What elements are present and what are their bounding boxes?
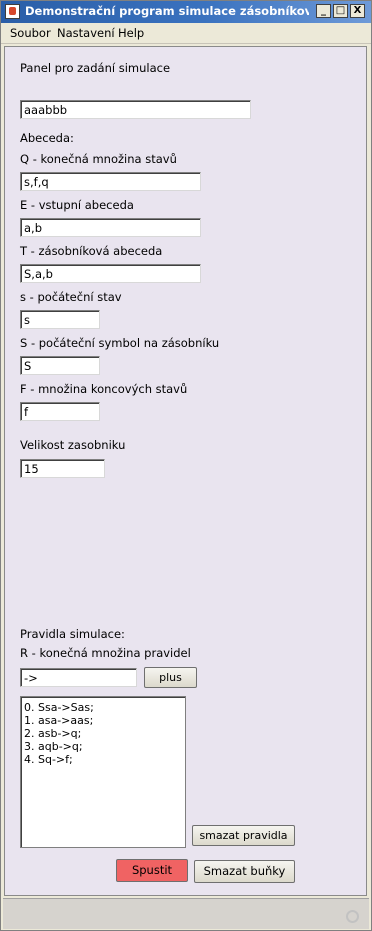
main-window: Demonstrační program simulace zásobníkov…	[0, 0, 372, 931]
e-label: E - vstupní abeceda	[20, 198, 134, 212]
simulation-panel: Panel pro zadání simulace aaabbb Abeceda…	[4, 46, 367, 896]
start-state-field[interactable]: s	[20, 310, 100, 329]
menu-soubor[interactable]: Soubor	[10, 26, 51, 40]
final-states-label: F - množina koncových stavů	[20, 382, 188, 396]
rules-set-label: R - konečná množina pravidel	[20, 646, 191, 660]
t-label: T - zásobníková abeceda	[20, 244, 163, 258]
panel-heading: Panel pro zadání simulace	[20, 61, 171, 75]
maximize-button[interactable]: □	[333, 4, 348, 18]
list-item[interactable]: 3. aqb->q;	[24, 740, 185, 753]
start-state-label: s - počáteční stav	[20, 290, 122, 304]
input-word-field[interactable]: aaabbb	[20, 100, 251, 119]
alphabet-heading: Abeceda:	[20, 131, 74, 145]
menu-help[interactable]: Help	[118, 26, 144, 40]
stack-size-field[interactable]: 15	[20, 459, 105, 478]
java-app-icon	[5, 4, 20, 19]
list-item[interactable]: 4. Sq->f;	[24, 753, 185, 766]
menu-bar: Soubor Nastavení Help	[1, 23, 371, 44]
e-field[interactable]: a,b	[20, 218, 201, 237]
clear-rules-button[interactable]: smazat pravidla	[192, 825, 295, 846]
list-item[interactable]: 0. Ssa->Sas;	[24, 701, 185, 714]
plus-button[interactable]: plus	[144, 667, 197, 688]
list-item[interactable]: 1. asa->aas;	[24, 714, 185, 727]
final-states-field[interactable]: f	[20, 402, 100, 421]
rules-heading: Pravidla simulace:	[20, 627, 125, 641]
start-stack-symbol-field[interactable]: S	[20, 356, 100, 375]
stack-size-label: Velikost zasobniku	[20, 438, 126, 452]
minimize-button[interactable]: _	[316, 4, 331, 18]
q-label: Q - konečná množina stavů	[20, 152, 177, 166]
busy-spinner-icon	[346, 910, 359, 923]
title-bar[interactable]: Demonstrační program simulace zásobníkov…	[1, 1, 371, 23]
close-button[interactable]: X	[350, 4, 365, 18]
t-field[interactable]: S,a,b	[20, 264, 201, 283]
window-title: Demonstrační program simulace zásobníkov…	[25, 4, 309, 18]
q-field[interactable]: s,f,q	[20, 172, 201, 191]
menu-nastaveni[interactable]: Nastavení	[57, 26, 115, 40]
rule-input-field[interactable]: ->	[20, 668, 137, 687]
rules-list[interactable]: 0. Ssa->Sas; 1. asa->aas; 2. asb->q; 3. …	[20, 696, 186, 848]
clear-cells-button[interactable]: Smazat buňky	[194, 860, 295, 883]
start-stack-symbol-label: S - počáteční symbol na zásobníku	[20, 336, 220, 350]
status-bar	[3, 898, 369, 929]
list-item[interactable]: 2. asb->q;	[24, 727, 185, 740]
run-button[interactable]: Spustit	[116, 859, 188, 882]
